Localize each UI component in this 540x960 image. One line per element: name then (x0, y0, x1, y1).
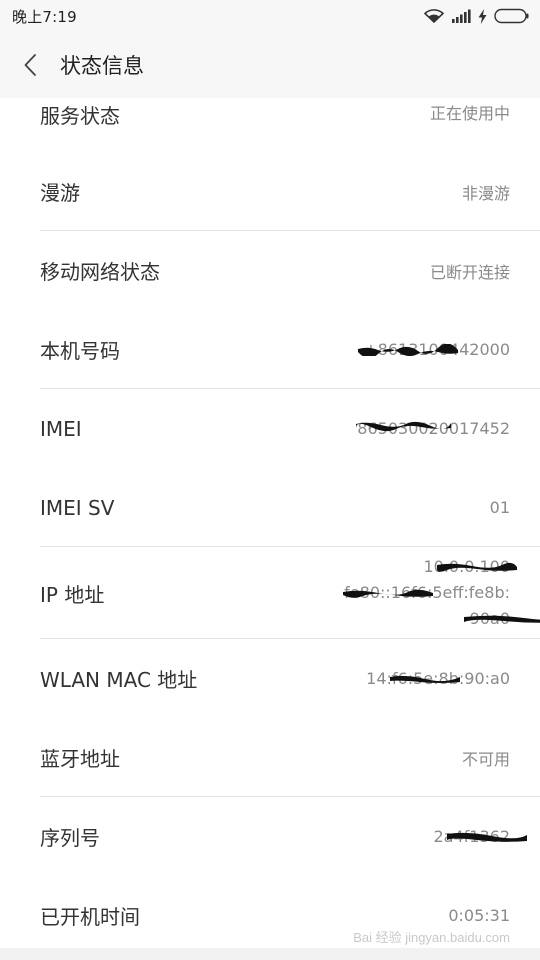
ip-line: fe80::16f6:5eff:fe8b: (343, 580, 510, 606)
row-label: 漫游 (40, 181, 80, 205)
ip-line: 10.0.0.100 (423, 554, 518, 580)
row-ip-address: IP 地址 10.0.0.100 fe80::16f6:5eff:fe8b: 9… (0, 547, 540, 639)
title-bar: 状态信息 (0, 32, 540, 98)
back-button[interactable] (0, 32, 60, 98)
status-time: 晚上7:19 (12, 7, 77, 26)
row-label: 序列号 (40, 826, 100, 850)
row-value: 865030020017452 (356, 419, 510, 438)
status-bar: 晚上7:19 (0, 0, 540, 32)
row-phone-number: 本机号码 +8613100442000 (0, 310, 540, 389)
row-label: 本机号码 (40, 339, 120, 363)
row-label: IMEI SV (40, 495, 115, 520)
serial-number-text: 2a4f1362 (433, 827, 510, 846)
charging-icon (478, 8, 487, 24)
phone-number-text: +8613100442000 (364, 340, 510, 359)
imei-text: 865030020017452 (357, 419, 510, 438)
page-title: 状态信息 (60, 54, 144, 78)
status-info-list: 服务状态 正在使用中 漫游 非漫游 移动网络状态 已断开连接 本机号码 +861… (0, 98, 540, 955)
wifi-icon (424, 9, 444, 23)
row-bluetooth-address: 蓝牙地址 不可用 (0, 718, 540, 797)
row-value: 14:f6:5e:8b:90:a0 (366, 669, 510, 688)
row-value: 已断开连接 (429, 262, 510, 282)
row-value: 2a4f1362 (433, 827, 528, 846)
row-imei: IMEI 865030020017452 (0, 389, 540, 468)
row-service-status: 服务状态 正在使用中 (0, 98, 540, 152)
bottom-bar (0, 948, 540, 960)
status-info-screen: 晚上7:19 状态信息 服务状态 正在使用中 漫游 非漫游 移动网络状态 已断开… (0, 0, 540, 960)
row-label: 移动网络状态 (40, 260, 160, 284)
row-serial-number: 序列号 2a4f1362 (0, 797, 540, 876)
row-value: 01 (489, 498, 510, 517)
row-label: IMEI (40, 416, 82, 441)
row-value: 不可用 (461, 749, 510, 769)
watermark: Bai 经验 jingyan.baidu.com (353, 930, 510, 945)
row-label: 已开机时间 (40, 905, 140, 929)
chevron-left-icon (24, 54, 36, 76)
row-value: 0:05:31 (448, 906, 510, 925)
row-value: +8613100442000 (358, 340, 510, 359)
row-label: 服务状态 (40, 104, 120, 128)
row-value: 正在使用中 (429, 104, 510, 123)
row-value: 非漫游 (461, 183, 510, 203)
wlan-mac-text: 14:f6:5e:8b:90:a0 (366, 669, 510, 688)
row-wlan-mac: WLAN MAC 地址 14:f6:5e:8b:90:a0 (0, 639, 540, 718)
row-label: 蓝牙地址 (40, 747, 120, 771)
row-label: WLAN MAC 地址 (40, 668, 198, 692)
row-label: IP 地址 (40, 582, 105, 607)
ip-line-text: 10.0.0.100 (423, 557, 510, 576)
battery-icon (494, 8, 530, 24)
ip-line-text: fe80::16f6:5eff:fe8b: (344, 583, 510, 602)
row-value: 10.0.0.100 fe80::16f6:5eff:fe8b: 90a0 (320, 554, 540, 632)
row-roaming: 漫游 非漫游 (0, 152, 540, 231)
ip-line-text: 90a0 (469, 609, 510, 628)
signal-icon (451, 9, 471, 23)
row-mobile-network-status: 移动网络状态 已断开连接 (0, 231, 540, 310)
status-icons (424, 8, 530, 24)
row-imei-sv: IMEI SV 01 (0, 468, 540, 547)
ip-line: 90a0 (463, 606, 540, 632)
